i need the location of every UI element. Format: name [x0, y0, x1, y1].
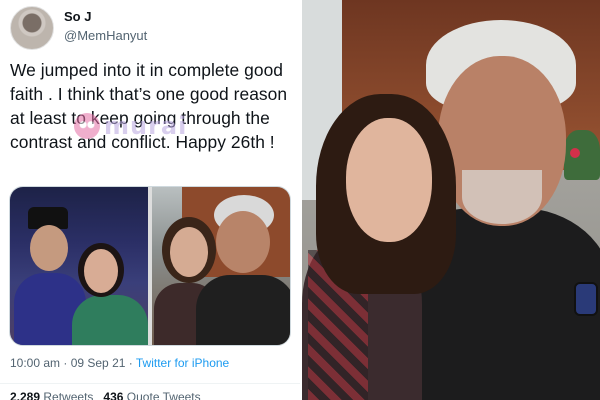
- tweet-timestamp[interactable]: 10:00 am · 09 Sep 21 ·: [10, 356, 136, 370]
- flower-shape: [570, 148, 580, 158]
- media-photo-1[interactable]: [10, 187, 148, 345]
- figure-shape: [216, 211, 270, 273]
- display-name[interactable]: So J: [64, 9, 91, 24]
- tweet-media[interactable]: [9, 186, 291, 346]
- avatar[interactable]: [10, 6, 54, 50]
- figure-shape: [72, 295, 148, 345]
- retweet-label[interactable]: Retweets: [43, 390, 93, 400]
- quote-count[interactable]: 436: [103, 390, 123, 400]
- tweet-card: So J @MemHanyut We jumped into it in com…: [0, 0, 300, 400]
- figure-shape: [462, 170, 542, 224]
- tweet-source-link[interactable]: Twitter for iPhone: [136, 356, 229, 370]
- couple-photo: [302, 0, 600, 400]
- figure-shape: [30, 225, 68, 271]
- tweet-text: We jumped into it in complete good faith…: [10, 60, 288, 152]
- tweet-header: So J @MemHanyut: [10, 6, 290, 50]
- divider: [0, 383, 300, 384]
- figure-shape: [196, 275, 290, 345]
- figure-shape: [170, 227, 208, 277]
- tweet-stats: 2,289 Retweets 436 Quote Tweets: [10, 390, 201, 400]
- tweet-meta: 10:00 am · 09 Sep 21 · Twitter for iPhon…: [10, 356, 229, 370]
- watch-shape: [574, 282, 598, 316]
- plant-shape: [564, 130, 600, 180]
- media-photo-2[interactable]: [152, 187, 290, 345]
- retweet-count[interactable]: 2,289: [10, 390, 40, 400]
- user-handle[interactable]: @MemHanyut: [64, 28, 147, 43]
- quote-label[interactable]: Quote Tweets: [127, 390, 201, 400]
- figure-shape: [346, 118, 432, 242]
- figure-shape: [84, 249, 118, 293]
